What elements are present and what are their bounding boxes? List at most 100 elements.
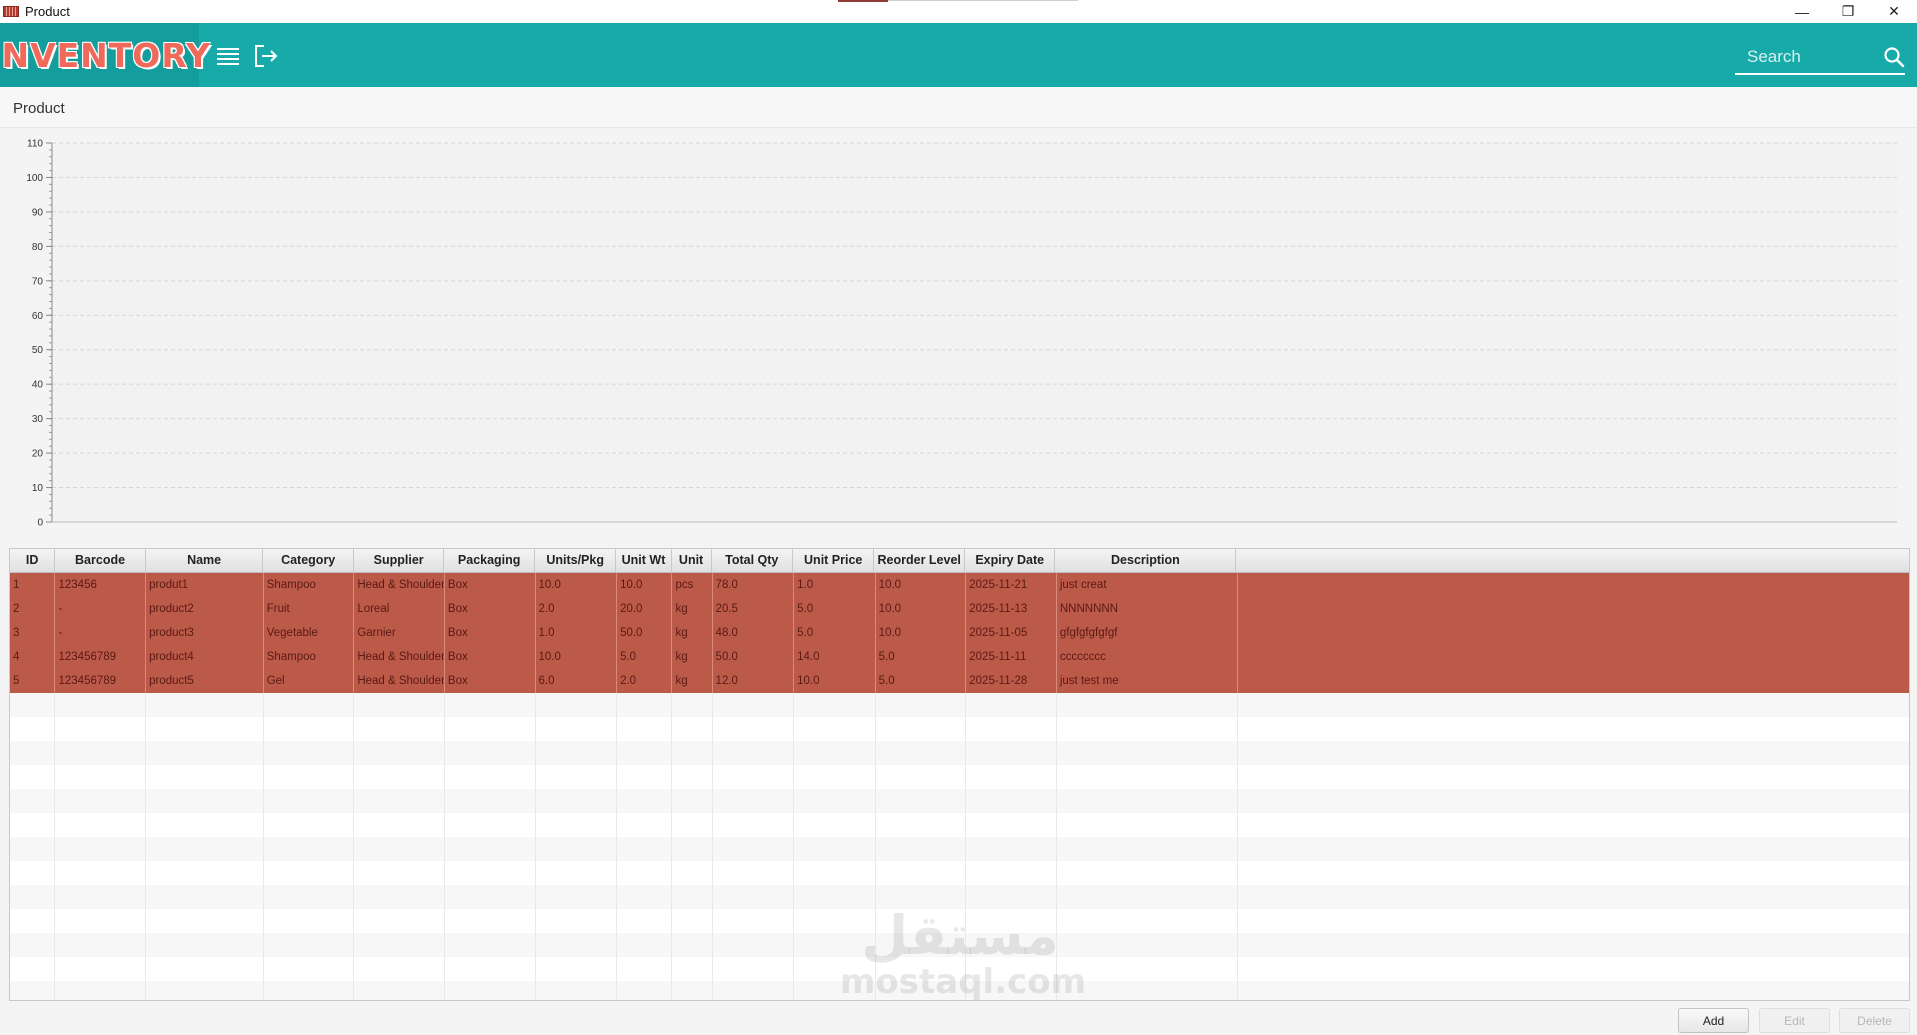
empty-cell (10, 957, 56, 981)
empty-cell (354, 861, 445, 885)
empty-cell (966, 885, 1057, 909)
table-cell: 20.0 (617, 597, 673, 621)
column-header[interactable]: Reorder Level (874, 549, 965, 572)
empty-cell (536, 765, 618, 789)
column-header[interactable] (1236, 549, 1909, 572)
empty-cell (876, 885, 967, 909)
table-row[interactable]: 3- product3 Vegetable Garnier Box 1.0 50.0 kg 48… (10, 621, 1909, 645)
empty-cell (536, 741, 618, 765)
minimize-button[interactable]: — (1779, 0, 1825, 23)
empty-cell (1238, 957, 1909, 981)
table-cell: Box (445, 669, 536, 693)
column-header[interactable]: Name (146, 549, 264, 572)
table-cell: Box (445, 645, 536, 669)
empty-cell (966, 717, 1057, 741)
empty-cell (536, 837, 618, 861)
column-header[interactable]: Description (1055, 549, 1237, 572)
empty-cell (146, 741, 264, 765)
empty-cell (617, 789, 673, 813)
page-title: Product (13, 100, 65, 117)
column-header[interactable]: Unit (672, 549, 712, 572)
column-header[interactable]: Barcode (55, 549, 146, 572)
table-cell: Box (445, 621, 536, 645)
table-row[interactable]: 1 123456 produt1 Shampoo Head & Shoulder Box 1… (10, 573, 1909, 597)
y-tick-label: 50 (32, 345, 44, 356)
empty-cell (10, 693, 56, 717)
table-cell: kg (672, 669, 713, 693)
add-button[interactable]: Add (1678, 1008, 1749, 1033)
table-row[interactable]: 2- product2 Fruit Loreal Box 2.0 20.0 kg 20.5 5.0… (10, 597, 1909, 621)
table-cell (1238, 669, 1909, 693)
empty-table-row (10, 909, 1909, 933)
empty-cell (264, 765, 355, 789)
empty-cell (55, 885, 147, 909)
column-header[interactable]: Packaging (444, 549, 535, 572)
empty-cell (672, 981, 713, 1000)
empty-cell (1238, 813, 1909, 837)
empty-table-row (10, 813, 1909, 837)
edit-button[interactable]: Edit (1759, 1008, 1830, 1033)
search-icon[interactable] (1883, 46, 1905, 68)
column-header[interactable]: Total Qty (712, 549, 793, 572)
y-tick-label: 30 (32, 414, 44, 425)
empty-cell (876, 861, 967, 885)
table-cell: just creat (1057, 573, 1238, 597)
empty-cell (794, 837, 876, 861)
empty-cell (10, 885, 56, 909)
table-cell: Head & Shoulder (354, 645, 445, 669)
empty-cell (966, 765, 1057, 789)
empty-cell (55, 813, 147, 837)
close-button[interactable]: ✕ (1871, 0, 1917, 23)
restore-button[interactable]: ❐ (1825, 0, 1871, 23)
empty-cell (146, 789, 264, 813)
table-cell: 123456789 (55, 669, 147, 693)
empty-cell (264, 909, 355, 933)
logout-icon[interactable] (253, 43, 279, 69)
empty-cell (672, 813, 713, 837)
column-header[interactable]: Supplier (354, 549, 445, 572)
empty-cell (55, 837, 147, 861)
window-controls: — ❐ ✕ (1779, 0, 1917, 23)
empty-cell (672, 957, 713, 981)
empty-table-row (10, 789, 1909, 813)
table-cell: 14.0 (794, 645, 876, 669)
column-header[interactable]: Units/Pkg (535, 549, 617, 572)
table-cell: 123456 (55, 573, 147, 597)
table-cell: just test me (1057, 669, 1238, 693)
table-row[interactable]: 4 123456789 product4 Shampoo Head & Shoulder… (10, 645, 1909, 669)
table-cell: 5.0 (876, 645, 967, 669)
table-cell: 2025-11-11 (966, 645, 1057, 669)
empty-cell (445, 813, 536, 837)
table-row[interactable]: 5 123456789 product5 Gel Head & Shoulder Box 6… (10, 669, 1909, 693)
column-header[interactable]: Unit Price (793, 549, 875, 572)
empty-cell (146, 885, 264, 909)
empty-cell (536, 885, 618, 909)
column-header[interactable]: Unit Wt (616, 549, 672, 572)
search-input[interactable] (1735, 43, 1887, 71)
empty-cell (55, 741, 147, 765)
delete-button[interactable]: Delete (1839, 1008, 1910, 1033)
column-header[interactable]: ID (10, 549, 56, 572)
empty-cell (1057, 909, 1238, 933)
empty-cell (876, 957, 967, 981)
empty-cell (713, 765, 795, 789)
empty-cell (617, 693, 673, 717)
empty-cell (617, 885, 673, 909)
empty-cell (713, 861, 795, 885)
column-header[interactable]: Category (263, 549, 354, 572)
table-cell: 6.0 (536, 669, 618, 693)
table-cell: 10.0 (794, 669, 876, 693)
empty-cell (617, 717, 673, 741)
empty-cell (876, 909, 967, 933)
empty-cell (354, 813, 445, 837)
y-tick-label: 40 (32, 380, 44, 391)
chart-plot-area: 0 10 20 30 40 50 60 70 80 90 100 110 (26, 139, 1897, 529)
table-cell: 50.0 (713, 645, 795, 669)
empty-cell (264, 957, 355, 981)
empty-table-row (10, 981, 1909, 1000)
hamburger-menu-icon[interactable] (215, 43, 241, 69)
empty-cell (794, 957, 876, 981)
empty-cell (713, 957, 795, 981)
empty-cell (1057, 861, 1238, 885)
column-header[interactable]: Expiry Date (965, 549, 1056, 572)
